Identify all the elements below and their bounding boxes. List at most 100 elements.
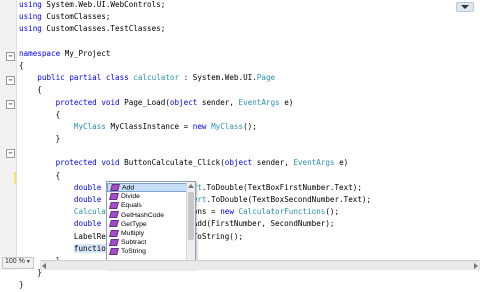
- code-line[interactable]: {: [19, 109, 480, 121]
- code-text: }: [19, 134, 61, 144]
- intellisense-item[interactable]: Subtract: [107, 238, 187, 247]
- code-text: MyClassInstance =: [105, 121, 193, 131]
- window-position-dropdown[interactable]: [456, 2, 474, 12]
- code-text: ButtonCalculate_Click(: [119, 158, 225, 168]
- intellisense-item-label: Equals: [121, 202, 142, 210]
- code-text: CustomClasses;: [41, 12, 111, 22]
- code-text: sender,: [252, 158, 294, 168]
- collapse-namespace-icon[interactable]: −: [6, 52, 15, 61]
- code-text: sender,: [197, 97, 239, 107]
- intellisense-item[interactable]: Add: [107, 183, 187, 193]
- intellisense-item-label: GetHashCode: [121, 211, 165, 219]
- intellisense-scrollbar[interactable]: [186, 182, 195, 268]
- code-type-name: EventArgs: [238, 97, 280, 107]
- code-text: ();: [325, 207, 340, 217]
- code-text: {: [19, 60, 24, 70]
- code-line[interactable]: double SecondNumber = Convert.ToDouble(T…: [19, 194, 480, 206]
- code-line[interactable]: }: [19, 279, 480, 291]
- code-keyword: new: [192, 121, 207, 131]
- method-icon: [110, 184, 120, 191]
- code-keyword: namespace: [19, 48, 61, 58]
- code-line[interactable]: namespace My_Project: [19, 48, 480, 60]
- code-text: System.Web.UI.WebControls;: [41, 0, 166, 9]
- code-line[interactable]: {: [19, 60, 480, 72]
- intellisense-item-label: Subtract: [121, 239, 147, 247]
- code-line[interactable]: protected void ButtonCalculate_Click(obj…: [19, 157, 480, 169]
- code-text: Page_Load(: [119, 97, 170, 107]
- code-line[interactable]: LabelResult.Text = Result.ToString();: [19, 231, 480, 243]
- code-line[interactable]: [19, 36, 480, 48]
- method-icon: [109, 192, 119, 200]
- code-text: {: [19, 85, 42, 95]
- code-line[interactable]: public partial class calculator : System…: [19, 72, 480, 84]
- code-text: .ToDouble(TextBoxSecondNumber.Text);: [206, 195, 372, 204]
- code-type-name: Page: [256, 73, 276, 83]
- code-text: : System.Web.UI.: [179, 73, 257, 83]
- code-keyword: double: [73, 195, 102, 204]
- intellisense-item[interactable]: Divide: [107, 192, 187, 201]
- collapse-page-load-icon[interactable]: −: [6, 100, 15, 109]
- code-line[interactable]: {: [19, 84, 480, 96]
- code-line[interactable]: using CustomClasses.TestClasses;: [19, 23, 480, 35]
- code-line[interactable]: using CustomClasses;: [19, 11, 480, 23]
- code-line[interactable]: [19, 145, 480, 157]
- code-text: ();: [243, 121, 257, 131]
- intellisense-list[interactable]: Add Divide Equals GetHashCode GetType Multipl…: [107, 183, 187, 267]
- code-line[interactable]: CalculatorFunctions functions = new Calc…: [19, 206, 480, 218]
- method-icon: [109, 229, 119, 237]
- zoom-dropdown-icon: ▼: [25, 259, 31, 265]
- code-type-name: calculator: [133, 73, 180, 83]
- code-keyword: protected: [55, 97, 97, 107]
- code-keyword: using: [19, 0, 42, 9]
- intellisense-item-label: ToString: [121, 248, 146, 256]
- method-icon: [109, 202, 119, 210]
- zoom-level[interactable]: 100 %▼: [2, 257, 34, 269]
- collapse-button-click-icon[interactable]: −: [6, 149, 15, 158]
- code-line[interactable]: double FirstNumber = Convert.ToDouble(Te…: [19, 182, 480, 194]
- editor-gutter: [0, 0, 17, 270]
- code-keyword: void: [101, 97, 120, 107]
- code-keyword: protected: [55, 158, 97, 168]
- code-text: My_Project: [60, 48, 111, 58]
- code-text: e): [279, 97, 294, 107]
- scroll-right-icon[interactable]: [474, 263, 478, 269]
- changed-line-marker: [14, 172, 16, 184]
- intellisense-popup[interactable]: Add Divide Equals GetHashCode GetType Multipl…: [106, 181, 196, 269]
- code-line[interactable]: MyClass MyClassInstance = new MyClass();: [19, 121, 480, 133]
- intellisense-item[interactable]: ToString: [107, 247, 187, 256]
- code-keyword: new: [220, 207, 234, 217]
- intellisense-item-label: GetType: [121, 220, 147, 228]
- intellisense-item-label: Add: [122, 184, 135, 192]
- code-text: {: [19, 170, 61, 180]
- code-text: .ToDouble(TextBoxFirstNumber.Text);: [201, 182, 362, 192]
- code-line[interactable]: }: [19, 133, 480, 145]
- intellisense-item[interactable]: GetType: [107, 220, 187, 229]
- code-line[interactable]: functions.: [19, 243, 480, 255]
- scroll-left-icon[interactable]: [42, 263, 46, 269]
- method-icon: [109, 211, 119, 219]
- collapse-class-icon[interactable]: −: [6, 76, 15, 85]
- scroll-thumb[interactable]: [188, 192, 194, 240]
- code-editor[interactable]: using System.Web.UI.WebControls; using Cu…: [19, 0, 480, 292]
- scroll-up-icon[interactable]: [188, 184, 194, 188]
- code-text: CustomClasses.TestClasses;: [41, 24, 166, 34]
- intellisense-item-label: Divide: [121, 193, 140, 201]
- code-keyword: public: [37, 73, 65, 83]
- intellisense-item[interactable]: GetHashCode: [107, 211, 187, 220]
- method-icon: [109, 238, 119, 246]
- horizontal-scrollbar[interactable]: [40, 260, 480, 270]
- code-line[interactable]: using System.Web.UI.WebControls;: [19, 0, 480, 11]
- code-line[interactable]: {: [19, 170, 480, 182]
- code-line[interactable]: double Result = Functions.Add(FirstNumbe…: [19, 218, 480, 230]
- intellisense-item[interactable]: Multiply: [107, 229, 187, 238]
- code-keyword: partial: [69, 73, 102, 83]
- code-line[interactable]: protected void Page_Load(object sender, …: [19, 97, 480, 109]
- zoom-level-value: 100 %: [5, 258, 25, 265]
- intellisense-item[interactable]: Equals: [107, 201, 187, 210]
- code-keyword: using: [19, 24, 42, 34]
- intellisense-item-label: Multiply: [121, 229, 145, 237]
